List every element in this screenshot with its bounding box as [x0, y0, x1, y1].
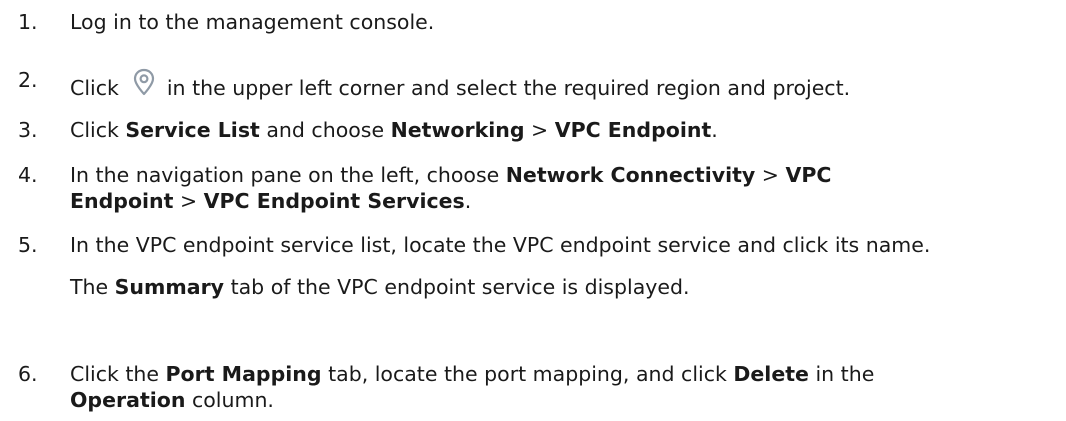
text-run: . — [711, 118, 718, 142]
step-text-part: in the upper left corner and select the … — [166, 76, 851, 100]
step-text: Click the Port Mapping tab, locate the p… — [70, 361, 970, 413]
step-text-part: Click — [70, 76, 119, 100]
text-run: Click the — [70, 362, 166, 386]
text-run: column. — [185, 388, 274, 412]
ui-term-vpc-endpoint: VPC Endpoint — [554, 118, 712, 142]
text-run: Click — [70, 118, 126, 142]
step-result-note: The Summary tab of the VPC endpoint serv… — [70, 274, 1030, 300]
step-body: In the VPC endpoint service list, locate… — [70, 232, 1030, 300]
step-number: 1. — [18, 10, 38, 34]
step-number: 2. — [18, 68, 38, 92]
text-run: tab of the VPC endpoint service is displ… — [224, 275, 690, 299]
ui-term-delete: Delete — [733, 362, 809, 386]
step-text: Log in to the management console. — [70, 10, 435, 34]
text-run: > — [524, 118, 555, 142]
ui-term-summary: Summary — [114, 275, 225, 299]
ui-term-port-mapping: Port Mapping — [165, 362, 322, 386]
text-run: and choose — [259, 118, 391, 142]
text-run: The — [70, 275, 115, 299]
text-run: . — [464, 189, 472, 213]
ui-term-network-connectivity: Network Connectivity — [505, 163, 756, 187]
ui-term-service-list: Service List — [125, 118, 260, 142]
step-number: 5. — [18, 233, 38, 257]
step-number: 4. — [18, 163, 38, 187]
text-run: > — [173, 189, 204, 213]
text-run: in the — [808, 362, 875, 386]
text-run: In the navigation pane on the left, choo… — [70, 163, 506, 187]
step-number: 3. — [18, 118, 38, 142]
text-run: tab, locate the port mapping, and click — [321, 362, 734, 386]
location-pin-icon — [127, 67, 161, 97]
ui-term-vpc-endpoint-services: VPC Endpoint Services — [203, 189, 465, 213]
step-number: 6. — [18, 362, 38, 386]
text-run: > — [755, 163, 786, 187]
step-text: Click Service List and choose Networking… — [70, 117, 1060, 143]
step-text: Click in the upper left corner and selec… — [70, 67, 1060, 101]
ui-term-networking: Networking — [390, 118, 525, 142]
step-text: In the VPC endpoint service list, locate… — [70, 233, 931, 257]
ui-term-operation: Operation — [70, 388, 186, 412]
step-text: In the navigation pane on the left, choo… — [70, 162, 870, 214]
